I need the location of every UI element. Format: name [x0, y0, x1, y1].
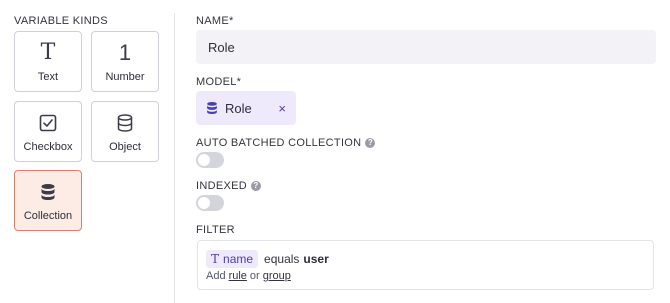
add-prefix: Add — [206, 270, 226, 282]
indexed-label: INDEXED? — [196, 180, 261, 192]
kind-tile-checkbox[interactable]: Checkbox — [14, 101, 82, 162]
number-icon: 1 — [118, 39, 132, 65]
kind-label: Number — [105, 70, 145, 83]
toggle-knob — [198, 154, 210, 166]
add-rule-link[interactable]: rule — [229, 270, 247, 282]
filter-field-chip[interactable]: T name — [206, 250, 259, 268]
auto-batched-label: AUTO BATCHED COLLECTION? — [196, 137, 376, 149]
text-icon: T — [211, 252, 220, 266]
kind-tile-text[interactable]: T Text — [14, 31, 82, 92]
kind-tile-collection[interactable]: Collection — [14, 170, 82, 231]
kind-tile-object[interactable]: Object — [91, 101, 159, 162]
name-input[interactable] — [196, 30, 656, 64]
kind-label: Object — [109, 140, 141, 153]
add-group-link[interactable]: group — [263, 270, 291, 282]
filter-rule[interactable]: T name equals user — [206, 250, 329, 268]
variable-kinds-title: VARIABLE KINDS — [14, 15, 108, 27]
help-icon[interactable]: ? — [251, 181, 261, 191]
model-label: MODEL* — [196, 76, 242, 88]
kind-tile-number[interactable]: 1 Number — [91, 31, 159, 92]
indexed-label-text: INDEXED — [196, 180, 247, 192]
filter-add-row: Add rule or group — [206, 270, 294, 282]
filter-field-name: name — [223, 252, 254, 266]
kind-label: Text — [37, 70, 59, 83]
model-value: Role — [225, 100, 252, 116]
checkbox-icon — [39, 111, 57, 135]
panel-divider — [174, 13, 175, 303]
filter-label: FILTER — [196, 224, 235, 236]
filter-operator[interactable]: equals — [264, 252, 299, 266]
filter-builder: T name equals user Add rule or group — [197, 240, 654, 290]
auto-batched-label-text: AUTO BATCHED COLLECTION — [196, 137, 362, 149]
database-icon — [206, 101, 218, 115]
help-icon[interactable]: ? — [365, 138, 376, 148]
kind-label: Checkbox — [23, 140, 73, 153]
filter-value[interactable]: user — [303, 252, 328, 266]
remove-model-icon[interactable]: × — [278, 102, 286, 115]
database-icon — [40, 180, 56, 204]
database-icon — [117, 111, 133, 135]
toggle-knob — [198, 197, 210, 209]
kind-label: Collection — [23, 209, 73, 222]
text-icon: T — [40, 40, 56, 65]
auto-batched-toggle[interactable] — [196, 152, 224, 168]
model-select[interactable]: Role × — [196, 91, 296, 125]
name-label: NAME* — [196, 15, 234, 27]
indexed-toggle[interactable] — [196, 195, 224, 211]
add-or-text: or — [249, 270, 260, 282]
